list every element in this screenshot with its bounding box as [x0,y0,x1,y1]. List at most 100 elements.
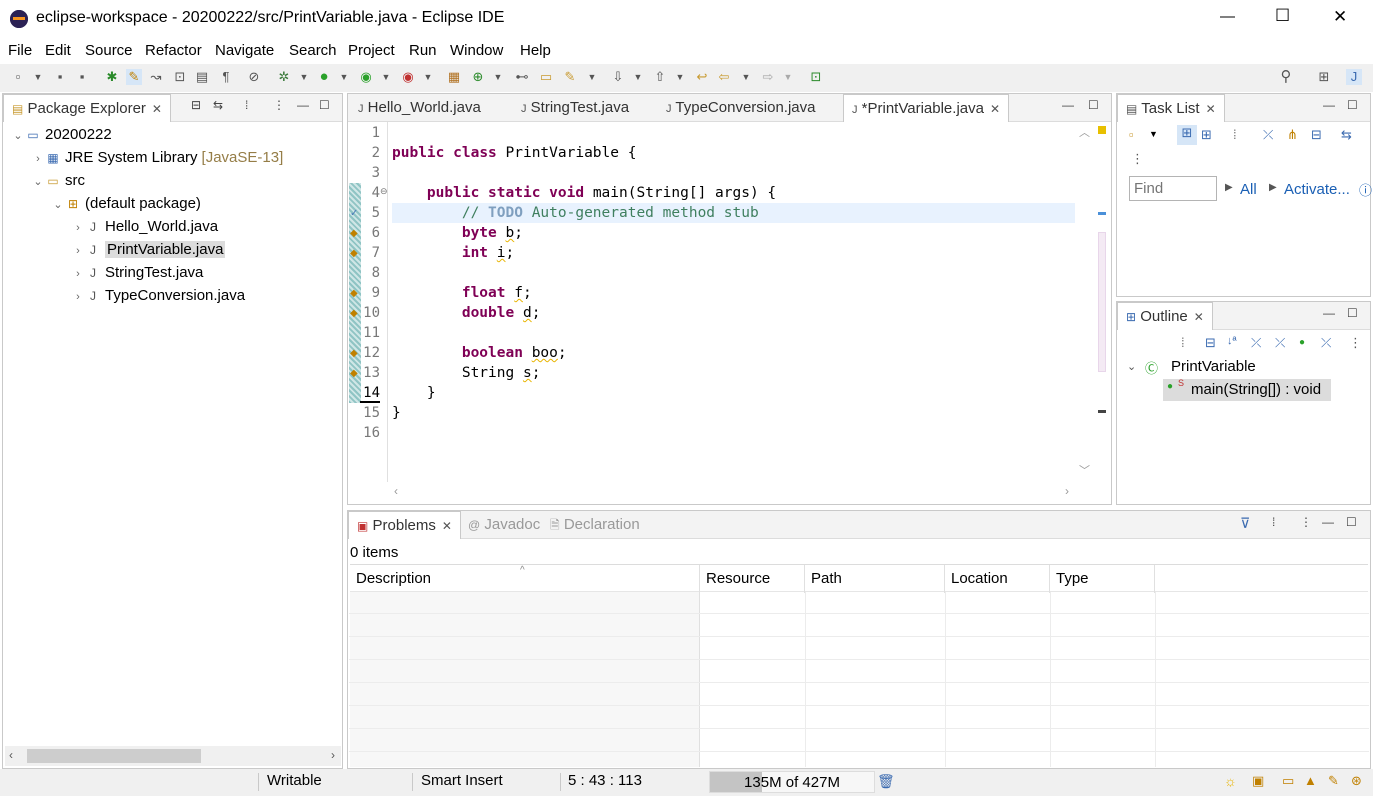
view-menu-icon[interactable]: ⁞ [245,98,248,112]
tab-type-conversion[interactable]: J TypeConversion.java [658,94,823,122]
open-task-icon[interactable]: ⊷ [514,69,530,85]
maximize-view-icon[interactable]: ☐ [1088,98,1099,112]
search-icon[interactable]: ⚲ [1278,69,1294,85]
tab-package-explorer[interactable]: ▤ Package Explorer ✕ [3,94,171,122]
view-menu-icon[interactable]: ⁞ [1272,515,1275,529]
pin-editor-icon[interactable]: ⊡ [808,69,824,85]
graduation-cap-icon[interactable]: ▲ [1304,773,1317,788]
chevron-down-icon[interactable]: ▼ [336,69,352,85]
show-whitespace-icon[interactable]: ▤ [194,69,210,85]
pilcrow-icon[interactable]: ¶ [218,69,234,85]
code-line-10[interactable]: double d; [392,303,541,323]
chevron-right-icon[interactable]: › [71,240,85,262]
wand-icon[interactable]: ✎ [1328,773,1339,789]
link-with-editor-icon[interactable]: ⇆ [213,98,223,112]
minimize-view-icon[interactable]: — [1323,306,1335,320]
chevron-down-icon[interactable]: ▼ [672,69,688,85]
column-description[interactable]: Description ^ [350,565,700,593]
sort-icon[interactable]: ↓ª [1227,335,1237,347]
hide-static-icon[interactable]: ⤫ [1275,335,1285,351]
fold-collapse-icon[interactable]: ⊖ [380,186,388,197]
code-line-15[interactable]: } [392,403,401,423]
debug-icon[interactable]: ✲ [276,69,292,85]
maximize-button[interactable]: ☐ [1275,6,1290,26]
filter-icon[interactable]: ⊽ [1240,515,1250,532]
chevron-down-icon[interactable]: ▼ [584,69,600,85]
close-button[interactable]: ✕ [1333,7,1347,27]
book-icon[interactable]: ▭ [1282,773,1294,789]
heap-status[interactable]: 135M of 427M [709,771,875,793]
chevron-down-icon[interactable]: ▼ [1149,129,1158,139]
filter-icon[interactable]: ⋔ [1287,127,1298,143]
coverage-icon[interactable]: ◉ [358,69,374,85]
horizontal-scrollbar[interactable]: ‹ › [5,746,341,766]
menu-edit[interactable]: Edit [45,42,71,59]
toggle-block-icon[interactable]: ↝ [148,69,164,85]
chevron-down-icon[interactable]: ▼ [738,69,754,85]
code-line-14[interactable]: } [392,383,436,403]
all-link[interactable]: All [1240,181,1257,198]
next-edit-icon[interactable]: ⇩ [610,69,626,85]
tree-item[interactable]: ⌄ ⊞ (default package) [3,193,201,215]
tab-outline[interactable]: ⊞ Outline ✕ [1117,302,1213,330]
menu-project[interactable]: Project [348,42,395,59]
tab-task-list[interactable]: ▤ Task List ✕ [1117,94,1225,122]
menu-help[interactable]: Help [520,42,551,59]
chevron-down-icon[interactable]: ▼ [30,69,46,85]
close-icon[interactable]: ✕ [152,102,162,116]
new-icon[interactable]: ▫ [10,69,26,85]
hide-local-types-icon[interactable]: ⤫ [1321,335,1331,351]
tree-item[interactable]: › J Hello_World.java [3,216,218,238]
save-all-icon[interactable]: ▪ [74,69,90,85]
chevron-right-icon[interactable]: › [71,217,85,239]
chevron-down-icon[interactable]: ▼ [296,69,312,85]
close-icon[interactable]: ✕ [1194,310,1204,324]
tab-print-variable[interactable]: J *PrintVariable.java ✕ [843,94,1010,122]
outline-method-row[interactable]: ● S main(String[]) : void [1163,378,1331,401]
run-icon[interactable]: ● [316,69,332,85]
java-perspective-icon[interactable]: J [1346,69,1362,85]
last-edit-location-icon[interactable]: ↩ [694,69,710,85]
tree-item[interactable]: ⌄ ▭ 20200222 [3,124,111,147]
code-line-13[interactable]: String s; [392,363,541,383]
code-line-7[interactable]: int i; [392,243,514,263]
previous-edit-icon[interactable]: ⇧ [652,69,668,85]
view-menu-dots-icon[interactable]: ⋮ [273,98,285,112]
chevron-down-icon[interactable]: ▼ [378,69,394,85]
open-perspective-icon[interactable]: ⊞ [1316,69,1332,85]
code-line-9[interactable]: float f; [392,283,532,303]
code-line-4[interactable]: public static void main(String[] args) { [392,183,776,203]
collapse-all-icon[interactable]: ⊟ [1205,335,1216,351]
chevron-down-icon[interactable]: ⌄ [51,194,65,216]
code-line-2[interactable]: public class PrintVariable { [392,143,636,163]
chevron-down-icon[interactable]: ⌄ [11,125,25,147]
column-path[interactable]: Path [805,565,945,593]
chevron-down-icon[interactable]: ▼ [630,69,646,85]
save-icon[interactable]: ▪ [52,69,68,85]
external-tools-icon[interactable]: ◉ [400,69,416,85]
maximize-view-icon[interactable]: ☐ [1346,515,1357,529]
column-type[interactable]: Type [1050,565,1155,593]
menu-navigate[interactable]: Navigate [215,42,274,59]
back-icon[interactable]: ⇦ [716,69,732,85]
skip-breakpoints-icon[interactable]: ⊘ [246,69,262,85]
tab-problems[interactable]: ▣ Problems ✕ [348,511,461,539]
hide-non-public-icon[interactable]: ● [1299,337,1305,348]
toggle-mark-occurrences-icon[interactable]: ✎ [126,69,142,85]
menu-refactor[interactable]: Refactor [145,42,202,59]
minimize-view-icon[interactable]: — [1062,98,1074,112]
notification-icon[interactable]: ▣ [1252,773,1264,789]
outline-class-name[interactable]: PrintVariable [1171,358,1256,375]
trash-icon[interactable]: 🗑 [877,773,895,790]
minimize-view-icon[interactable]: — [1322,515,1334,529]
chevron-down-icon[interactable]: ▼ [780,69,796,85]
help-icon[interactable]: ⓘ [1359,180,1372,199]
categorized-icon[interactable]: ⊞ [1177,125,1197,145]
menu-search[interactable]: Search [289,42,337,59]
viewport-overview-mark[interactable] [1098,410,1106,413]
chevron-right-icon[interactable]: › [71,286,85,308]
collapse-all-icon[interactable]: ⊟ [191,98,201,112]
open-type-icon[interactable]: ✱ [104,69,120,85]
view-menu-dots-icon[interactable]: ⋮ [1131,151,1144,167]
menu-window[interactable]: Window [450,42,503,59]
